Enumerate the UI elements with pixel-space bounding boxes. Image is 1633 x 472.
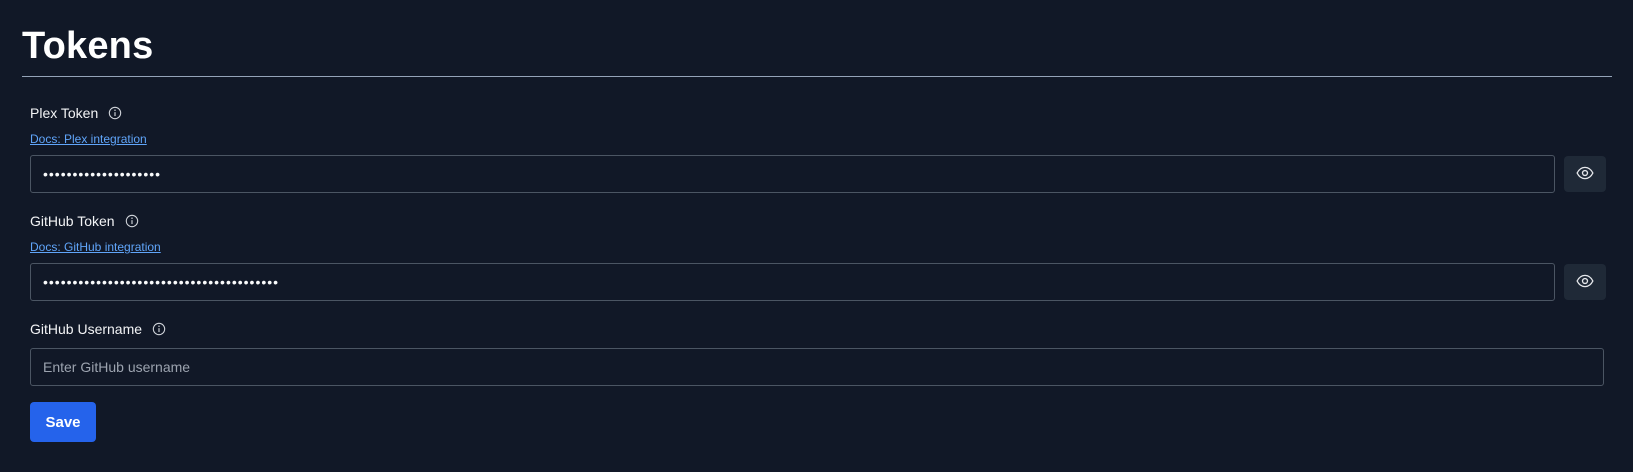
github-token-reveal-button[interactable] (1564, 264, 1606, 300)
info-icon[interactable] (108, 106, 122, 120)
github-username-label: GitHub Username (30, 321, 143, 337)
save-button[interactable]: Save (30, 402, 96, 442)
github-token-input[interactable] (30, 263, 1555, 301)
github-docs-link[interactable]: Docs: GitHub integration (30, 240, 161, 254)
github-username-input[interactable] (30, 348, 1604, 386)
plex-docs-link[interactable]: Docs: Plex integration (30, 132, 147, 146)
info-icon[interactable] (152, 322, 166, 336)
plex-token-label: Plex Token (30, 105, 99, 121)
eye-icon (1576, 272, 1594, 293)
eye-icon (1576, 164, 1594, 185)
github-token-label-row: GitHub Token (30, 211, 1611, 231)
plex-token-input-row (30, 155, 1611, 193)
github-token-input-row (30, 263, 1611, 301)
plex-token-input[interactable] (30, 155, 1555, 193)
github-token-label: GitHub Token (30, 213, 115, 229)
info-icon[interactable] (125, 214, 139, 228)
tokens-form: Plex Token Docs: Plex integration ••••••… (22, 77, 1611, 442)
github-username-input-row (30, 348, 1611, 386)
plex-token-label-row: Plex Token (30, 103, 1611, 123)
page-title: Tokens (22, 25, 154, 67)
plex-token-reveal-button[interactable] (1564, 156, 1606, 192)
github-username-label-row: GitHub Username (30, 319, 1611, 339)
tokens-settings-page: Tokens Plex Token Docs: Plex integration (0, 0, 1633, 472)
